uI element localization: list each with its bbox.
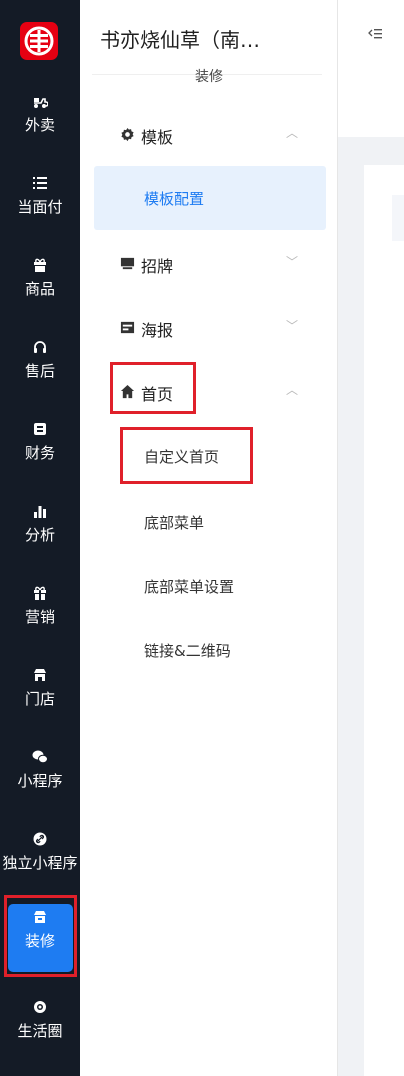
tabs-bar [338, 75, 404, 137]
link-icon [0, 832, 80, 852]
nav-label: 外卖 [24, 116, 55, 134]
wallet-icon [0, 422, 80, 442]
menu-group-label: 模板 [141, 128, 174, 147]
menu-group-signboard[interactable]: 招牌 ﹀ [120, 250, 330, 280]
poster-icon [120, 320, 136, 336]
collapse-sidebar-icon[interactable] [368, 28, 382, 44]
chevron-down-icon: ﹀ [286, 319, 299, 333]
submenu-item-bottom-menu-settings[interactable]: 底部菜单设置 [144, 576, 234, 597]
gear-icon [120, 127, 136, 143]
nav-item-miniprogram[interactable]: 小程序 [0, 744, 80, 806]
submenu-item-bottom-menu[interactable]: 底部菜单 [144, 512, 204, 533]
nav-item-facepay[interactable]: 当面付 [0, 170, 80, 232]
nav-label: 独立小程序 [2, 854, 78, 872]
nav-item-standalone-miniprogram[interactable]: 独立小程序 [0, 826, 80, 888]
nav-label: 生活圈 [17, 1022, 63, 1040]
top-header [338, 0, 404, 76]
wechat-icon [0, 750, 80, 770]
nav-label: 分析 [24, 526, 55, 544]
submenu-item-links-qrcode[interactable]: 链接&二维码 [144, 640, 231, 661]
life-circle-icon [0, 1000, 80, 1020]
content-card [364, 165, 404, 1076]
nav-label: 商品 [24, 280, 55, 298]
highlight-box-custom-homepage [120, 427, 253, 484]
bar-chart-icon [0, 504, 80, 524]
nav-item-lifecircle[interactable]: 生活圈 [0, 994, 80, 1056]
submenu-panel: 书亦烧仙草（南… 装修 [80, 0, 338, 1076]
nav-item-finance[interactable]: 财务 [0, 416, 80, 478]
nav-label: 小程序 [17, 772, 63, 790]
nav-item-goods[interactable]: 商品 [0, 252, 80, 314]
section-label: 装修 [195, 69, 223, 85]
list-icon [0, 176, 80, 196]
nav-label: 门店 [24, 690, 55, 708]
nav-label: 当面付 [17, 198, 63, 216]
gift-icon [0, 586, 80, 606]
gift-box-icon [0, 258, 80, 278]
nav-label: 售后 [24, 362, 55, 380]
nav-item-marketing[interactable]: 营销 [0, 580, 80, 642]
menu-group-poster[interactable]: 海报 ﹀ [120, 314, 330, 344]
brand-logo[interactable] [20, 22, 58, 60]
chevron-up-icon: ︿ [286, 383, 299, 397]
store-name[interactable]: 书亦烧仙草（南… [100, 24, 322, 53]
menu-group-label: 招牌 [141, 257, 174, 276]
nav-item-aftersale[interactable]: 售后 [0, 334, 80, 396]
nav-item-store[interactable]: 门店 [0, 662, 80, 724]
nav-item-takeout[interactable]: 外卖 [0, 88, 80, 150]
highlight-box-homepage [110, 362, 196, 414]
selected-item-bg [94, 166, 326, 230]
menu-group-template[interactable]: 模板 ︿ [120, 121, 330, 151]
chevron-up-icon: ︿ [286, 126, 299, 140]
nav-label: 财务 [24, 444, 55, 462]
content-placeholder [392, 195, 404, 241]
highlight-box-decoration [4, 895, 77, 977]
chevron-down-icon: ﹀ [286, 255, 299, 269]
store-icon [0, 668, 80, 688]
scooter-icon [0, 94, 80, 114]
submenu-item-template-config[interactable]: 模板配置 [144, 188, 204, 209]
headset-icon [0, 340, 80, 360]
signboard-icon [120, 256, 136, 272]
nav-item-analytics[interactable]: 分析 [0, 498, 80, 560]
nav-label: 营销 [24, 608, 55, 626]
menu-group-label: 海报 [141, 321, 174, 340]
